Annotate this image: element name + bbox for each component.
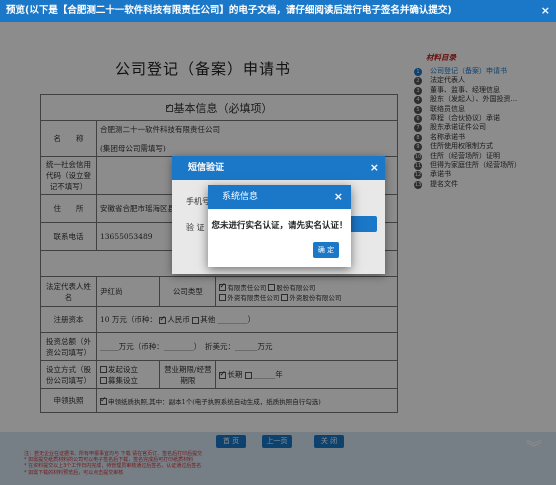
sms-dialog-title: 短信验证 [188, 163, 225, 173]
send-code-button[interactable] [349, 216, 377, 232]
sys-dialog-title: 系统信息 [222, 192, 259, 202]
sys-dialog-message: 您未进行实名认证，请先实名认证！ [211, 221, 348, 231]
sys-dialog-header: 系统信息 × [208, 185, 351, 209]
sms-dialog-header: 短信验证 × [172, 156, 385, 180]
close-icon[interactable]: × [541, 0, 550, 22]
preview-title: 预览(以下是【合肥测二十一软件科技有限责任公司】的电子文档，请仔细阅读后进行电子… [6, 5, 452, 16]
preview-title-bar: 预览(以下是【合肥测二十一软件科技有限责任公司】的电子文档，请仔细阅读后进行电子… [0, 0, 556, 22]
code-label: 验 证 [186, 223, 205, 232]
close-icon[interactable]: × [334, 185, 343, 209]
system-info-dialog: 系统信息 × 您未进行实名认证，请先实名认证！ 确 定 [208, 185, 351, 267]
phone-label: 手机号 [186, 197, 210, 206]
close-icon[interactable]: × [370, 156, 379, 180]
ok-button[interactable]: 确 定 [313, 242, 339, 258]
